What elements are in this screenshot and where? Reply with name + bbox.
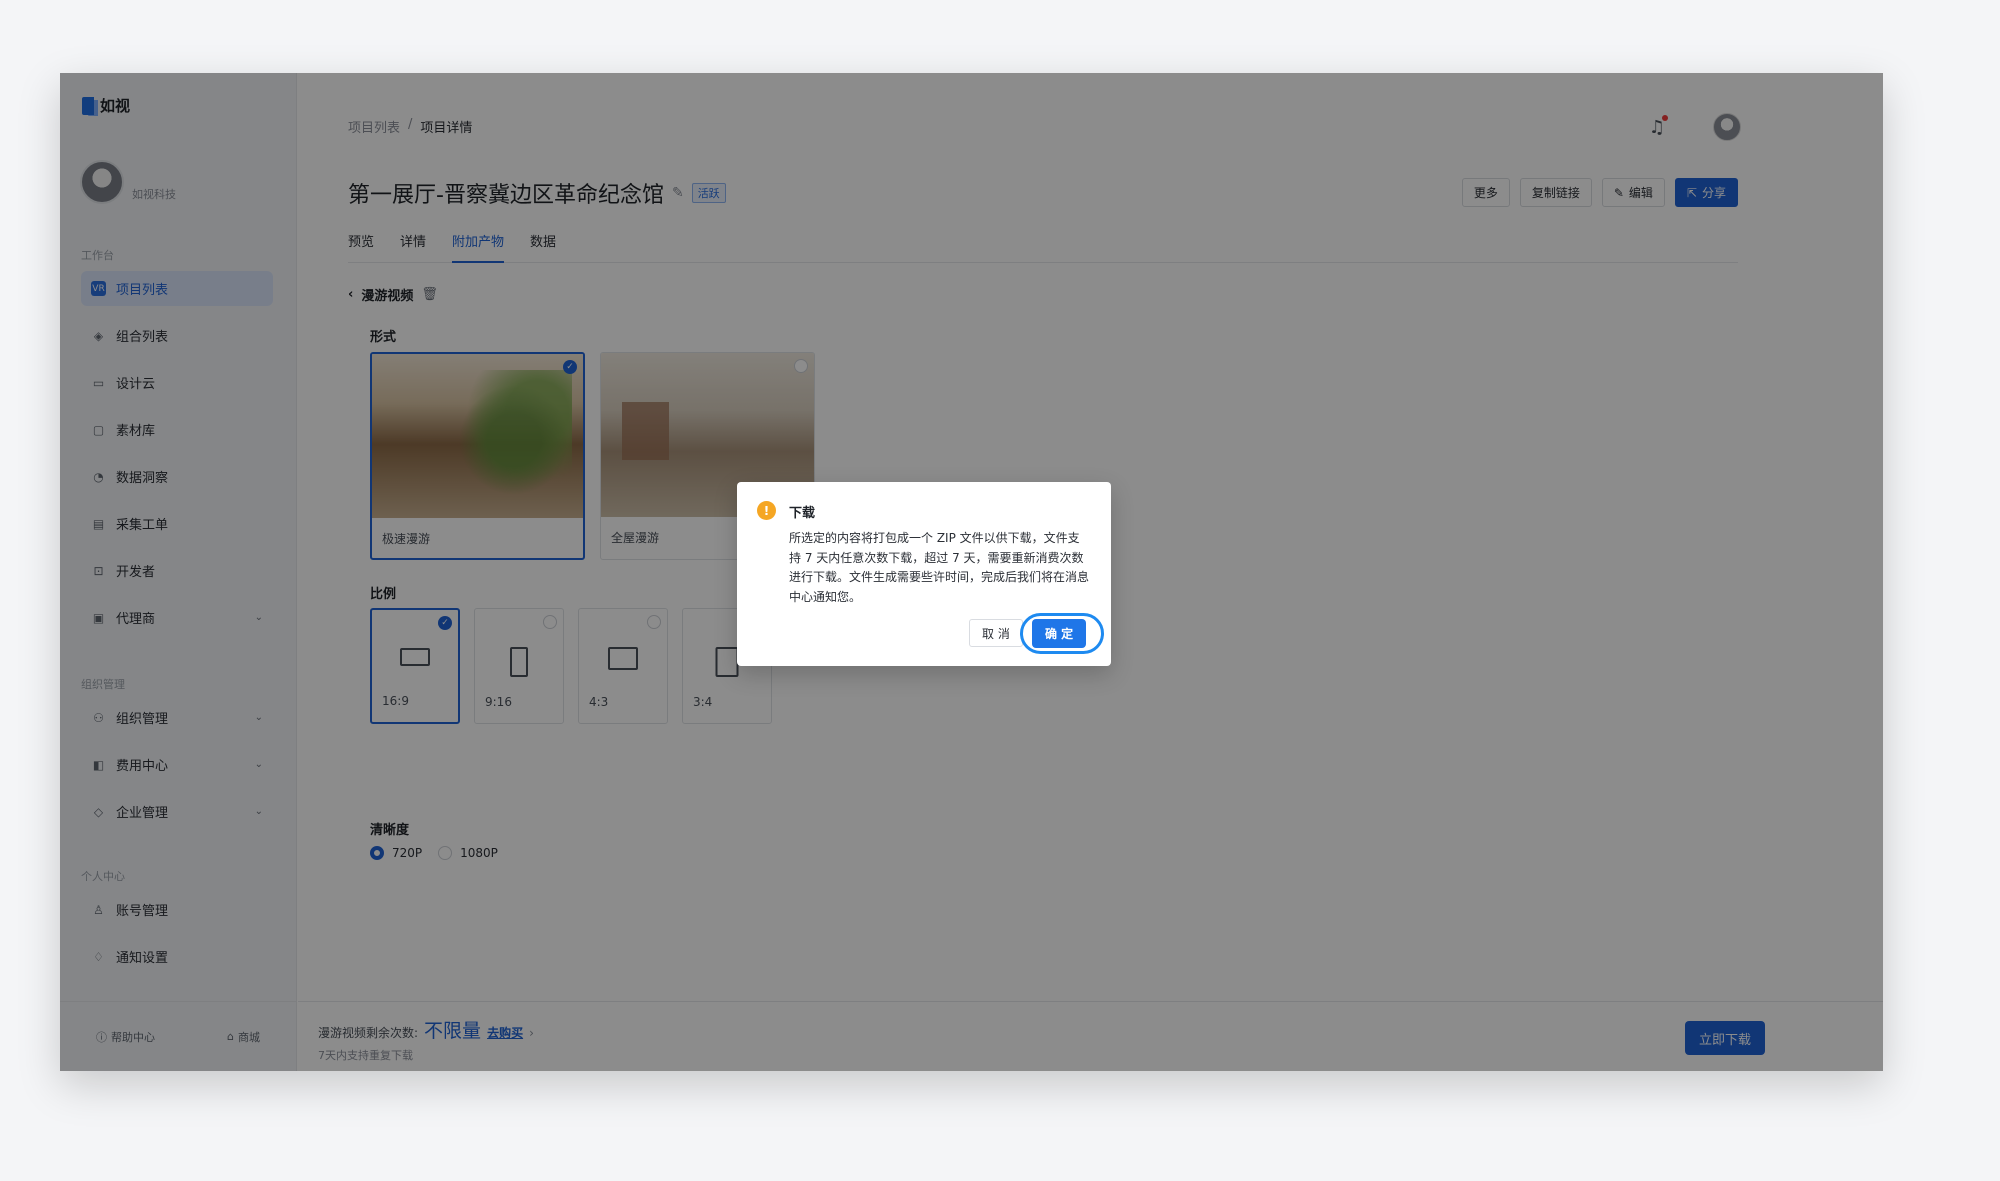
download-dialog: ! 下载 所选定的内容将打包成一个 ZIP 文件以供下载，文件支持 7 天内任意… [737,482,1111,666]
warning-icon: ! [757,501,776,520]
cancel-button[interactable]: 取 消 [969,619,1023,647]
dialog-title: 下载 [789,506,816,521]
confirm-button[interactable]: 确 定 [1032,619,1087,648]
dialog-message: 所选定的内容将打包成一个 ZIP 文件以供下载，文件支持 7 天内任意次数下载，… [789,531,1090,604]
